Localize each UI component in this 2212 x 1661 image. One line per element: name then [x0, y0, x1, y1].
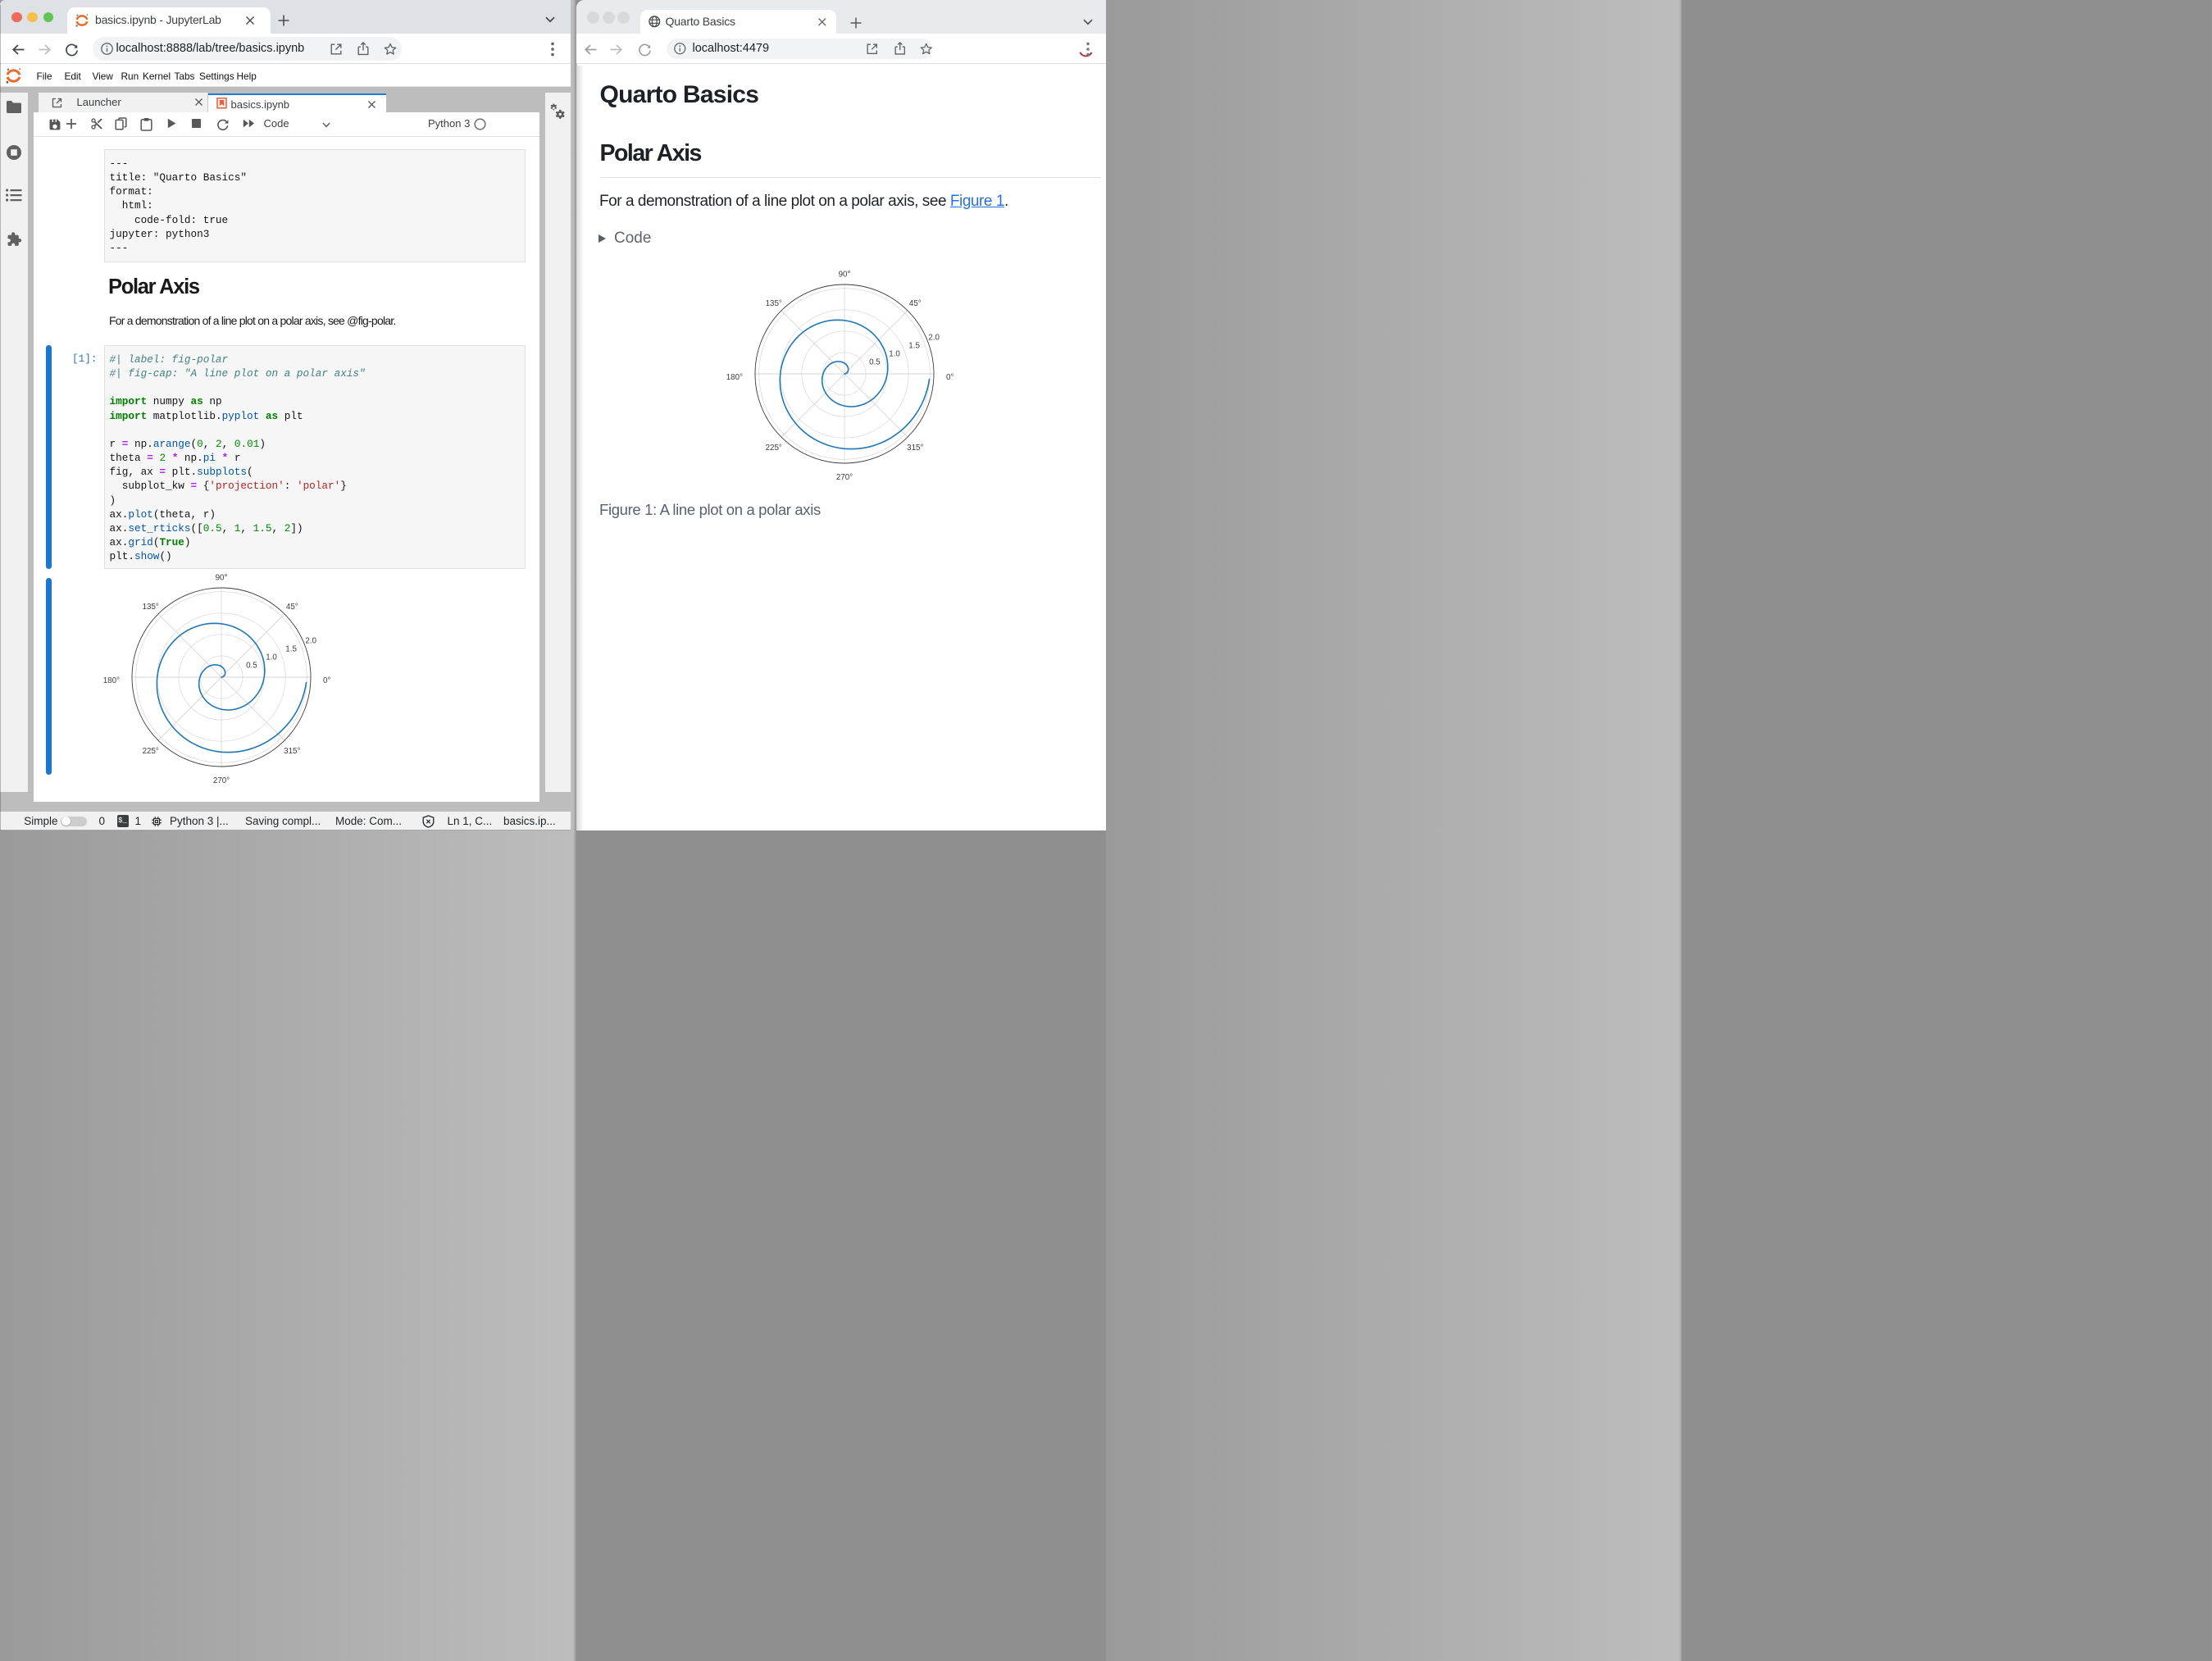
svg-text:180°: 180°	[102, 676, 119, 685]
svg-text:90°: 90°	[838, 270, 850, 279]
svg-text:90°: 90°	[215, 573, 227, 582]
svg-text:180°: 180°	[726, 372, 742, 381]
svg-text:0.5: 0.5	[869, 357, 881, 366]
svg-text:315°: 315°	[907, 444, 923, 453]
svg-text:2.0: 2.0	[305, 637, 316, 646]
svg-text:270°: 270°	[213, 776, 230, 785]
svg-text:2.0: 2.0	[928, 333, 940, 342]
svg-text:1.5: 1.5	[285, 645, 297, 654]
svg-text:0.5: 0.5	[246, 662, 257, 671]
svg-text:225°: 225°	[765, 444, 781, 453]
svg-text:225°: 225°	[142, 747, 158, 756]
svg-text:135°: 135°	[765, 299, 781, 308]
svg-text:270°: 270°	[835, 472, 852, 481]
svg-text:0°: 0°	[946, 372, 954, 381]
svg-text:45°: 45°	[286, 603, 298, 612]
svg-text:135°: 135°	[142, 603, 158, 612]
svg-text:0°: 0°	[323, 676, 330, 685]
svg-text:315°: 315°	[284, 747, 300, 756]
svg-text:1.5: 1.5	[908, 341, 920, 350]
svg-text:45°: 45°	[908, 299, 921, 308]
svg-text:1.0: 1.0	[266, 653, 277, 662]
svg-text:1.0: 1.0	[889, 349, 900, 358]
